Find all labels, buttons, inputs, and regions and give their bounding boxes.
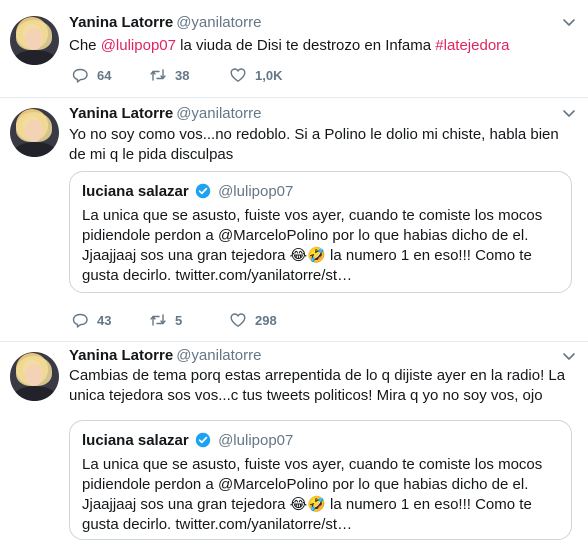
tweet-text: Cambias de tema porq estas arrepentida d… — [69, 367, 566, 404]
chevron-down-icon[interactable] — [562, 107, 576, 121]
retweet-icon — [150, 69, 166, 81]
retweet-button[interactable]: 38 — [149, 65, 189, 85]
verified-badge-icon — [195, 432, 211, 448]
quoted-tweet-text: La unica que se asusto, fuiste vos ayer,… — [82, 207, 543, 284]
text-segment: Che — [69, 37, 101, 54]
tweet-actions: 64 38 1,0K — [69, 65, 369, 85]
author-handle[interactable]: @yanilatorre — [176, 105, 261, 122]
reply-button[interactable]: 64 — [71, 65, 111, 85]
retweet-button[interactable]: 5 — [149, 310, 182, 330]
reply-icon — [72, 68, 88, 83]
quoted-author-handle: @lulipop07 — [218, 432, 294, 449]
quoted-tweet-text: La unica que se asusto, fuiste vos ayer,… — [82, 456, 543, 533]
author-name[interactable]: Yanina Latorre — [69, 14, 173, 31]
reply-count: 64 — [97, 67, 112, 83]
quoted-tweet[interactable]: luciana salazar @lulipop07 La unica que … — [69, 420, 572, 540]
like-count: 1,0K — [255, 67, 283, 83]
hashtag-link[interactable]: #latejedora — [435, 37, 509, 54]
tweet-text: Yo no soy como vos...no redoblo. Si a Po… — [69, 126, 559, 163]
avatar[interactable] — [10, 108, 59, 157]
retweet-icon — [150, 314, 166, 326]
retweet-count: 5 — [175, 312, 183, 328]
avatar-body — [14, 142, 56, 157]
avatar-body — [14, 386, 56, 401]
like-button[interactable]: 1,0K — [229, 65, 282, 85]
tweet[interactable]: Yanina Latorre @yanilatorre Yo no soy com… — [0, 98, 588, 342]
avatar-face — [25, 364, 43, 386]
chevron-down-icon[interactable] — [562, 16, 576, 30]
author-handle[interactable]: @yanilatorre — [176, 347, 261, 364]
text-segment: la viuda de Disi te destrozo en Infama — [175, 37, 436, 54]
avatar-face — [25, 28, 43, 50]
tweet-text: Che @lulipop07 la viuda de Disi te destr… — [69, 36, 579, 56]
heart-icon — [230, 68, 246, 82]
like-count: 298 — [255, 312, 277, 328]
mention-link[interactable]: @lulipop07 — [101, 37, 176, 54]
avatar[interactable] — [10, 352, 59, 401]
chevron-down-icon[interactable] — [562, 350, 576, 364]
heart-icon — [230, 313, 246, 327]
author-handle[interactable]: @yanilatorre — [176, 14, 261, 31]
tweet-header: Yanina Latorre @yanilatorre — [69, 105, 261, 123]
quoted-tweet[interactable]: luciana salazar @lulipop07 La unica que … — [69, 171, 572, 293]
author-name[interactable]: Yanina Latorre — [69, 347, 173, 364]
quoted-tweet-header: luciana salazar @lulipop07 — [82, 431, 559, 451]
avatar-body — [14, 50, 56, 65]
reply-button[interactable]: 43 — [71, 310, 111, 330]
reply-count: 43 — [97, 312, 112, 328]
tweet-header: Yanina Latorre @yanilatorre — [69, 14, 261, 32]
author-name[interactable]: Yanina Latorre — [69, 105, 173, 122]
tweet-header: Yanina Latorre @yanilatorre — [69, 347, 261, 365]
avatar-face — [25, 120, 43, 142]
quoted-author-name: luciana salazar — [82, 432, 189, 449]
reply-icon — [72, 313, 88, 328]
quoted-author-name: luciana salazar — [82, 183, 189, 200]
tweet-actions: 43 5 298 — [69, 310, 369, 330]
quoted-tweet-header: luciana salazar @lulipop07 — [82, 182, 559, 202]
tweet[interactable]: Yanina Latorre @yanilatorre Cambias de te… — [0, 342, 588, 552]
quoted-author-handle: @lulipop07 — [218, 183, 294, 200]
verified-badge-icon — [195, 183, 211, 199]
avatar[interactable] — [10, 16, 59, 65]
like-button[interactable]: 298 — [229, 310, 277, 330]
tweet[interactable]: Yanina Latorre @yanilatorre Che @lulipop0… — [0, 0, 588, 98]
retweet-count: 38 — [175, 67, 190, 83]
